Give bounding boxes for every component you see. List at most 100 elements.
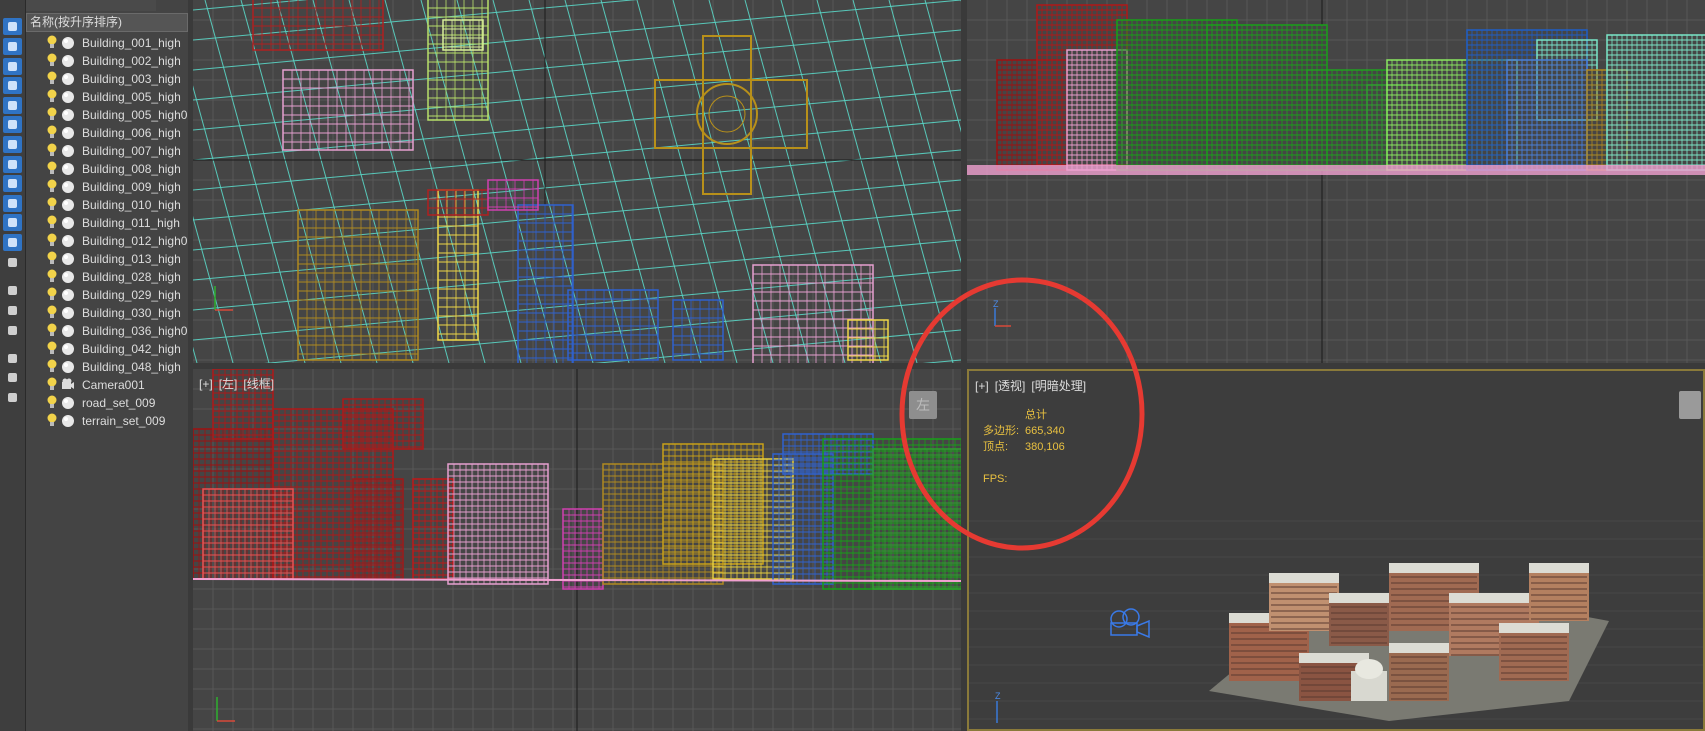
geometry-sphere-icon[interactable] [61, 234, 75, 248]
scene-object-row[interactable]: Building_030_high [26, 304, 188, 322]
viewport-shading-menu[interactable]: [线框] [243, 377, 274, 391]
scene-object-row[interactable]: Camera001 [26, 376, 188, 394]
sphere-icon[interactable] [3, 18, 22, 35]
scene-object-row[interactable]: Building_028_high [26, 268, 188, 286]
viewport-view-menu[interactable]: [左] [219, 377, 238, 391]
light-bulb-icon[interactable] [46, 71, 58, 86]
geometry-sphere-icon[interactable] [61, 144, 75, 158]
geometry-sphere-icon[interactable] [61, 72, 75, 86]
light-bulb-icon[interactable] [46, 179, 58, 194]
light-bulb-icon[interactable] [46, 35, 58, 50]
viewport-front[interactable]: Z [967, 0, 1705, 363]
viewport-view-menu[interactable]: [透视] [995, 379, 1026, 393]
scene-object-row[interactable]: Building_009_high [26, 178, 188, 196]
light-bulb-icon[interactable] [46, 251, 58, 266]
light-bulb-icon[interactable] [46, 125, 58, 140]
scene-object-row[interactable]: Building_002_high [26, 52, 188, 70]
light-bulb-icon[interactable] [46, 305, 58, 320]
viewcube[interactable] [1679, 391, 1701, 419]
list-icon[interactable] [3, 282, 22, 299]
geometry-sphere-icon[interactable] [61, 162, 75, 176]
geometry-sphere-icon[interactable] [61, 90, 75, 104]
viewport-left[interactable]: [+] [左] [线框] 左 [193, 369, 961, 731]
light-bulb-icon[interactable] [46, 287, 58, 302]
light-bulb-icon[interactable] [46, 323, 58, 338]
viewport-menu-plus[interactable]: [+] [975, 379, 989, 393]
scene-object-row[interactable]: Building_005_high0 [26, 106, 188, 124]
geometry-sphere-icon[interactable] [61, 126, 75, 140]
document-icon[interactable] [3, 302, 22, 319]
filter-icon[interactable] [3, 350, 22, 367]
scene-object-row[interactable]: Building_036_high0 [26, 322, 188, 340]
select-region-icon[interactable] [3, 195, 22, 212]
scene-object-row[interactable]: Building_048_high [26, 358, 188, 376]
geometry-sphere-icon[interactable] [61, 396, 75, 410]
light-bulb-icon[interactable] [46, 143, 58, 158]
container-icon[interactable] [3, 234, 22, 251]
xref-icon[interactable] [3, 254, 22, 271]
wave-icon[interactable] [3, 136, 22, 153]
viewport-label[interactable]: [+] [透视] [明暗处理] [975, 377, 1092, 394]
geometry-sphere-icon[interactable] [61, 54, 75, 68]
viewport-menu-plus[interactable]: [+] [199, 377, 213, 391]
viewport-perspective[interactable]: Z [+] [透视] [明暗处理] 总计 多边形: 665,340 顶点: 380,10… [967, 369, 1705, 731]
light-bulb-icon[interactable] [46, 233, 58, 248]
box-icon[interactable] [3, 175, 22, 192]
scene-object-row[interactable]: Building_007_high [26, 142, 188, 160]
group-icon[interactable] [3, 214, 22, 231]
light-bulb-icon[interactable] [46, 215, 58, 230]
geometry-sphere-icon[interactable] [61, 216, 75, 230]
light-bulb-icon[interactable] [46, 341, 58, 356]
light-bulb-icon[interactable] [46, 53, 58, 68]
display-icon[interactable] [3, 38, 22, 55]
light-bulb-icon[interactable] [46, 89, 58, 104]
light-bulb-icon[interactable] [46, 107, 58, 122]
geometry-sphere-icon[interactable] [61, 252, 75, 266]
scene-object-row[interactable]: Building_003_high [26, 70, 188, 88]
scene-object-row[interactable]: road_set_009 [26, 394, 188, 412]
scene-object-row[interactable]: Building_010_high [26, 196, 188, 214]
viewport-shading-menu[interactable]: [明暗处理] [1031, 379, 1086, 393]
light-bulb-icon[interactable] [46, 413, 58, 428]
scene-object-row[interactable]: Building_029_high [26, 286, 188, 304]
geometry-sphere-icon[interactable] [61, 180, 75, 194]
select-icon[interactable] [3, 58, 22, 75]
viewport-label[interactable]: [+] [左] [线框] [199, 375, 280, 392]
filter-settings-icon[interactable] [3, 369, 22, 386]
geometry-sphere-icon[interactable] [61, 270, 75, 284]
hierarchy-icon[interactable] [3, 77, 22, 94]
light-bulb-icon[interactable] [46, 395, 58, 410]
light-bulb-icon[interactable] [46, 377, 58, 392]
scene-object-row[interactable]: Building_008_high [26, 160, 188, 178]
scene-object-row[interactable]: terrain_set_009 [26, 412, 188, 430]
light-bulb-icon[interactable] [46, 269, 58, 284]
geometry-sphere-icon[interactable] [61, 414, 75, 428]
geometry-sphere-icon[interactable] [61, 288, 75, 302]
scene-object-row[interactable]: Building_012_high0 [26, 232, 188, 250]
camera-icon[interactable] [61, 378, 75, 392]
scene-object-row[interactable]: Building_005_high [26, 88, 188, 106]
geometry-sphere-icon[interactable] [61, 36, 75, 50]
light-bulb-icon[interactable] [46, 359, 58, 374]
scene-object-row[interactable]: Building_013_high [26, 250, 188, 268]
document-icon[interactable] [3, 322, 22, 339]
scene-object-row[interactable]: Building_001_high [26, 34, 188, 52]
scene-object-row[interactable]: Building_042_high [26, 340, 188, 358]
layers-icon[interactable] [3, 116, 22, 133]
geometry-sphere-icon[interactable] [61, 198, 75, 212]
options-icon[interactable] [3, 389, 22, 406]
geometry-sphere-icon[interactable] [61, 360, 75, 374]
viewport-top[interactable] [193, 0, 961, 363]
geometry-sphere-icon[interactable] [61, 108, 75, 122]
viewcube[interactable]: 左 [909, 391, 937, 419]
geometry-sphere-icon[interactable] [61, 306, 75, 320]
scene-object-row[interactable]: Building_011_high [26, 214, 188, 232]
column-header-name[interactable]: 名称(按升序排序) [26, 13, 188, 32]
scene-object-row[interactable]: Building_006_high [26, 124, 188, 142]
camera-filter-icon[interactable] [3, 97, 22, 114]
light-bulb-icon[interactable] [46, 197, 58, 212]
link-icon[interactable] [3, 156, 22, 173]
light-bulb-icon[interactable] [46, 161, 58, 176]
viewport-splitter-horizontal[interactable] [193, 363, 1705, 369]
geometry-sphere-icon[interactable] [61, 324, 75, 338]
